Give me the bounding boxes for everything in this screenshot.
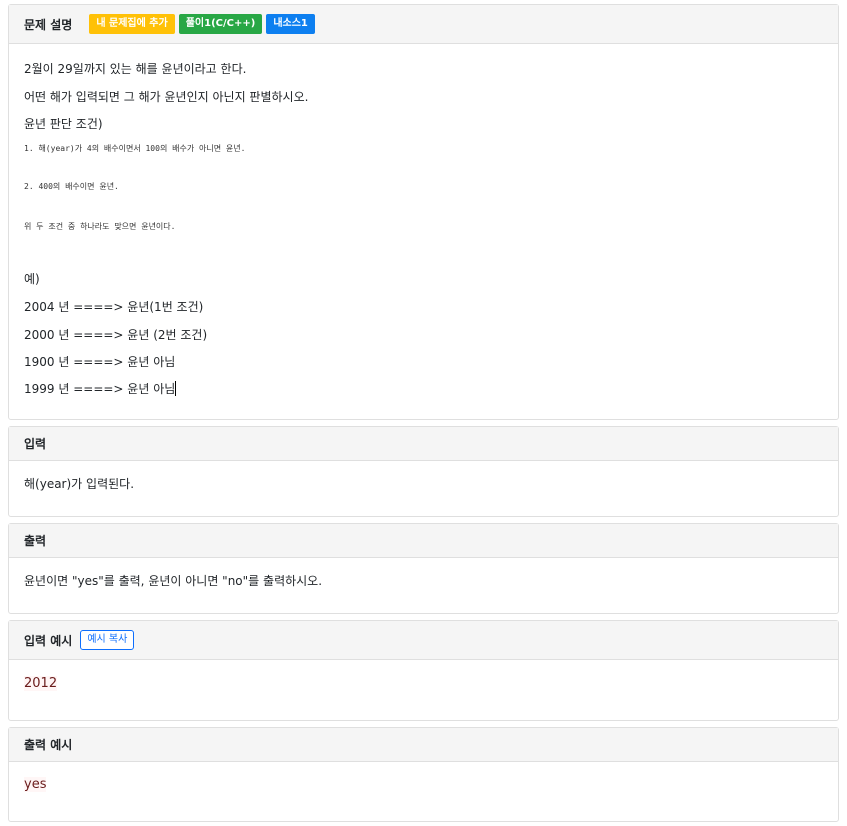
example-line: 2004 년 ====> 윤년(1번 조건): [24, 300, 204, 314]
text-caret: [175, 381, 177, 396]
output-example-panel: 출력 예시 yes: [8, 727, 839, 822]
output-example-title: 출력 예시: [24, 738, 73, 752]
description-line: 어떤 해가 입력되면 그 해가 윤년인지 아닌지 판별하시오.: [24, 90, 309, 104]
input-example-panel: 입력 예시 예시 복사 2012: [8, 620, 839, 721]
output-header: 출력: [9, 524, 838, 558]
copy-example-button[interactable]: 예시 복사: [80, 630, 135, 650]
example-line: 1900 년 ====> 윤년 아님: [24, 355, 176, 369]
description-line: 윤년 판단 조건): [24, 117, 103, 131]
example-line: 2000 년 ====> 윤년 (2번 조건): [24, 328, 208, 342]
solution-button[interactable]: 풀이1(C/C++): [178, 14, 263, 34]
output-panel: 출력 윤년이면 "yes"를 출력, 윤년이 아니면 "no"를 출력하시오.: [8, 523, 839, 614]
condition-line: 위 두 조건 중 하나라도 맞으면 윤년이다.: [24, 222, 176, 231]
my-source-button[interactable]: 내소스1: [266, 14, 315, 34]
description-title: 문제 설명: [24, 17, 73, 32]
output-example-value: yes: [24, 777, 47, 792]
example-line: 1999 년 ====> 윤년 아님: [24, 382, 176, 396]
input-example-header: 입력 예시 예시 복사: [9, 621, 838, 660]
input-title: 입력: [24, 437, 47, 451]
output-example-header: 출력 예시: [9, 728, 838, 762]
condition-line: 2. 400의 배수이면 윤년.: [24, 182, 119, 191]
description-panel: 문제 설명 내 문제집에 추가 풀이1(C/C++) 내소스1 2월이 29일까…: [8, 4, 839, 420]
input-header: 입력: [9, 427, 838, 461]
input-panel: 입력 해(year)가 입력된다.: [8, 426, 839, 517]
output-title: 출력: [24, 534, 47, 548]
description-header: 문제 설명 내 문제집에 추가 풀이1(C/C++) 내소스1: [9, 5, 838, 44]
input-example-title: 입력 예시: [24, 633, 73, 648]
add-to-workbook-button[interactable]: 내 문제집에 추가: [89, 14, 175, 34]
example-line-last: 1999 년 ====> 윤년 아님: [24, 380, 177, 397]
input-example-value: 2012: [24, 676, 58, 691]
description-line: 2월이 29일까지 있는 해를 윤년이라고 한다.: [24, 62, 247, 76]
output-text: 윤년이면 "yes"를 출력, 윤년이 아니면 "no"를 출력하시오.: [24, 574, 323, 588]
condition-line: 1. 해(year)가 4의 배수이면서 100의 배수가 아니면 윤년.: [24, 144, 246, 153]
input-text: 해(year)가 입력된다.: [24, 477, 135, 491]
example-title: 예): [24, 272, 40, 286]
